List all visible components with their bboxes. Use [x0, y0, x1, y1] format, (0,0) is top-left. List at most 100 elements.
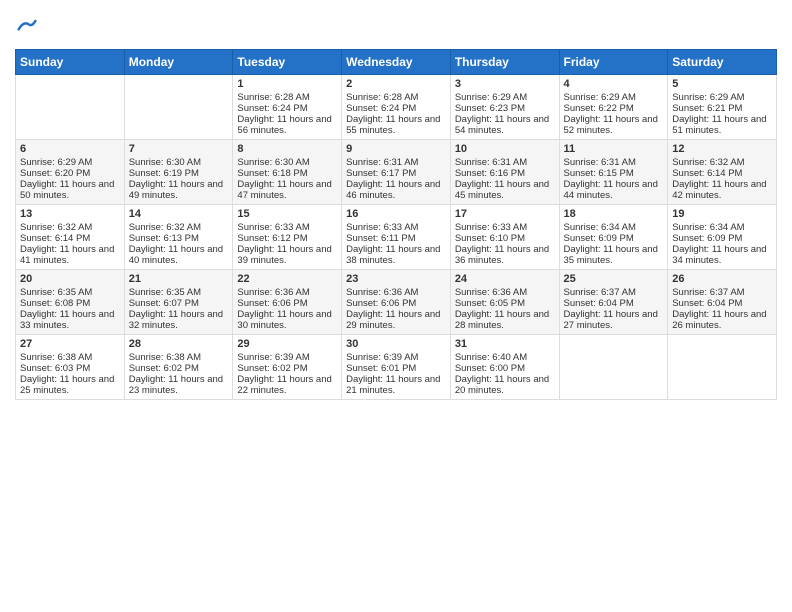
logo — [15, 16, 37, 41]
sunset-text: Sunset: 6:18 PM — [237, 168, 337, 179]
calendar-cell: 30Sunrise: 6:39 AMSunset: 6:01 PMDayligh… — [342, 334, 451, 399]
calendar-cell — [16, 74, 125, 139]
calendar-cell: 3Sunrise: 6:29 AMSunset: 6:23 PMDaylight… — [450, 74, 559, 139]
sunrise-text: Sunrise: 6:37 AM — [672, 287, 772, 298]
daylight-text: Daylight: 11 hours and 45 minutes. — [455, 179, 555, 201]
calendar-cell: 21Sunrise: 6:35 AMSunset: 6:07 PMDayligh… — [124, 269, 233, 334]
calendar-cell: 4Sunrise: 6:29 AMSunset: 6:22 PMDaylight… — [559, 74, 668, 139]
sunset-text: Sunset: 6:22 PM — [564, 103, 664, 114]
daylight-text: Daylight: 11 hours and 35 minutes. — [564, 244, 664, 266]
header — [15, 10, 777, 41]
day-number: 12 — [672, 143, 772, 155]
calendar-cell: 16 Sunrise: 6:33 AMSunset: 6:11 PMDayligh… — [342, 204, 451, 269]
calendar-cell: 29Sunrise: 6:39 AMSunset: 6:02 PMDayligh… — [233, 334, 342, 399]
daylight-text: Daylight: 11 hours and 38 minutes. — [346, 244, 446, 266]
daylight-text: Daylight: 11 hours and 36 minutes. — [455, 244, 555, 266]
day-number: 22 — [237, 273, 337, 285]
calendar-cell: 11Sunrise: 6:31 AMSunset: 6:15 PMDayligh… — [559, 139, 668, 204]
weekday-header: Saturday — [668, 49, 777, 74]
sunrise-text: Sunrise: 6:31 AM — [346, 157, 446, 168]
sunset-text: Sunset: 6:12 PM — [237, 233, 337, 244]
daylight-text: Daylight: 11 hours and 50 minutes. — [20, 179, 120, 201]
daylight-text: Daylight: 11 hours and 44 minutes. — [564, 179, 664, 201]
day-number: 15 — [237, 208, 337, 220]
sunset-text: Sunset: 6:07 PM — [129, 298, 229, 309]
calendar-cell: 1Sunrise: 6:28 AMSunset: 6:24 PMDaylight… — [233, 74, 342, 139]
sunrise-text: Sunrise: 6:28 AM — [237, 92, 337, 103]
calendar-cell: 28Sunrise: 6:38 AMSunset: 6:02 PMDayligh… — [124, 334, 233, 399]
day-number: 28 — [129, 338, 229, 350]
daylight-text: Daylight: 11 hours and 39 minutes. — [237, 244, 337, 266]
daylight-text: Daylight: 11 hours and 32 minutes. — [129, 309, 229, 331]
sunset-text: Sunset: 6:14 PM — [672, 168, 772, 179]
sunrise-text: Sunrise: 6:31 AM — [564, 157, 664, 168]
day-number: 1 — [237, 78, 337, 90]
logo-text — [15, 16, 37, 41]
calendar-cell: 24Sunrise: 6:36 AMSunset: 6:05 PMDayligh… — [450, 269, 559, 334]
sunrise-text: Sunrise: 6:29 AM — [672, 92, 772, 103]
day-number: 20 — [20, 273, 120, 285]
daylight-text: Daylight: 11 hours and 54 minutes. — [455, 114, 555, 136]
day-number: 14 — [129, 208, 229, 220]
sunset-text: Sunset: 6:02 PM — [237, 363, 337, 374]
sunrise-text: Sunrise: 6:33 AM — [346, 222, 446, 233]
day-number: 16 — [346, 208, 446, 220]
calendar-table: SundayMondayTuesdayWednesdayThursdayFrid… — [15, 49, 777, 400]
calendar-cell: 5Sunrise: 6:29 AMSunset: 6:21 PMDaylight… — [668, 74, 777, 139]
day-number: 7 — [129, 143, 229, 155]
sunset-text: Sunset: 6:17 PM — [346, 168, 446, 179]
sunset-text: Sunset: 6:23 PM — [455, 103, 555, 114]
daylight-text: Daylight: 11 hours and 22 minutes. — [237, 374, 337, 396]
day-number: 17 — [455, 208, 555, 220]
daylight-text: Daylight: 11 hours and 21 minutes. — [346, 374, 446, 396]
sunset-text: Sunset: 6:19 PM — [129, 168, 229, 179]
day-number: 19 — [672, 208, 772, 220]
sunrise-text: Sunrise: 6:32 AM — [672, 157, 772, 168]
day-number: 2 — [346, 78, 446, 90]
calendar-cell: 13Sunrise: 6:32 AMSunset: 6:14 PMDayligh… — [16, 204, 125, 269]
day-number: 9 — [346, 143, 446, 155]
sunset-text: Sunset: 6:24 PM — [237, 103, 337, 114]
calendar-cell — [559, 334, 668, 399]
calendar-cell: 20Sunrise: 6:35 AMSunset: 6:08 PMDayligh… — [16, 269, 125, 334]
weekday-header: Monday — [124, 49, 233, 74]
sunset-text: Sunset: 6:09 PM — [672, 233, 772, 244]
sunset-text: Sunset: 6:09 PM — [564, 233, 664, 244]
calendar-cell: 18Sunrise: 6:34 AMSunset: 6:09 PMDayligh… — [559, 204, 668, 269]
calendar-cell: 27Sunrise: 6:38 AMSunset: 6:03 PMDayligh… — [16, 334, 125, 399]
sunset-text: Sunset: 6:21 PM — [672, 103, 772, 114]
weekday-header: Wednesday — [342, 49, 451, 74]
daylight-text: Daylight: 11 hours and 46 minutes. — [346, 179, 446, 201]
sunset-text: Sunset: 6:00 PM — [455, 363, 555, 374]
sunrise-text: Sunrise: 6:40 AM — [455, 352, 555, 363]
sunset-text: Sunset: 6:14 PM — [20, 233, 120, 244]
sunrise-text: Sunrise: 6:36 AM — [455, 287, 555, 298]
sunset-text: Sunset: 6:11 PM — [346, 233, 446, 244]
sunrise-text: Sunrise: 6:34 AM — [672, 222, 772, 233]
sunrise-text: Sunrise: 6:34 AM — [564, 222, 664, 233]
weekday-header: Friday — [559, 49, 668, 74]
day-number: 13 — [20, 208, 120, 220]
day-number: 21 — [129, 273, 229, 285]
calendar-cell: 15Sunrise: 6:33 AMSunset: 6:12 PMDayligh… — [233, 204, 342, 269]
sunset-text: Sunset: 6:04 PM — [672, 298, 772, 309]
calendar-cell: 7Sunrise: 6:30 AMSunset: 6:19 PMDaylight… — [124, 139, 233, 204]
sunrise-text: Sunrise: 6:31 AM — [455, 157, 555, 168]
calendar-cell: 17Sunrise: 6:33 AMSunset: 6:10 PMDayligh… — [450, 204, 559, 269]
sunset-text: Sunset: 6:02 PM — [129, 363, 229, 374]
sunrise-text: Sunrise: 6:38 AM — [20, 352, 120, 363]
daylight-text: Daylight: 11 hours and 30 minutes. — [237, 309, 337, 331]
day-number: 10 — [455, 143, 555, 155]
daylight-text: Daylight: 11 hours and 42 minutes. — [672, 179, 772, 201]
sunset-text: Sunset: 6:20 PM — [20, 168, 120, 179]
daylight-text: Daylight: 11 hours and 29 minutes. — [346, 309, 446, 331]
sunrise-text: Sunrise: 6:29 AM — [564, 92, 664, 103]
sunrise-text: Sunrise: 6:39 AM — [237, 352, 337, 363]
sunrise-text: Sunrise: 6:39 AM — [346, 352, 446, 363]
sunrise-text: Sunrise: 6:38 AM — [129, 352, 229, 363]
sunset-text: Sunset: 6:13 PM — [129, 233, 229, 244]
calendar-week-row: 6Sunrise: 6:29 AMSunset: 6:20 PMDaylight… — [16, 139, 777, 204]
calendar-week-row: 1 Sunrise: 6:28 AMSunset: 6:24 PM Daylight… — [16, 74, 777, 139]
sunrise-text: Sunrise: 6:29 AM — [20, 157, 120, 168]
calendar-cell: 6Sunrise: 6:29 AMSunset: 6:20 PMDaylight… — [16, 139, 125, 204]
